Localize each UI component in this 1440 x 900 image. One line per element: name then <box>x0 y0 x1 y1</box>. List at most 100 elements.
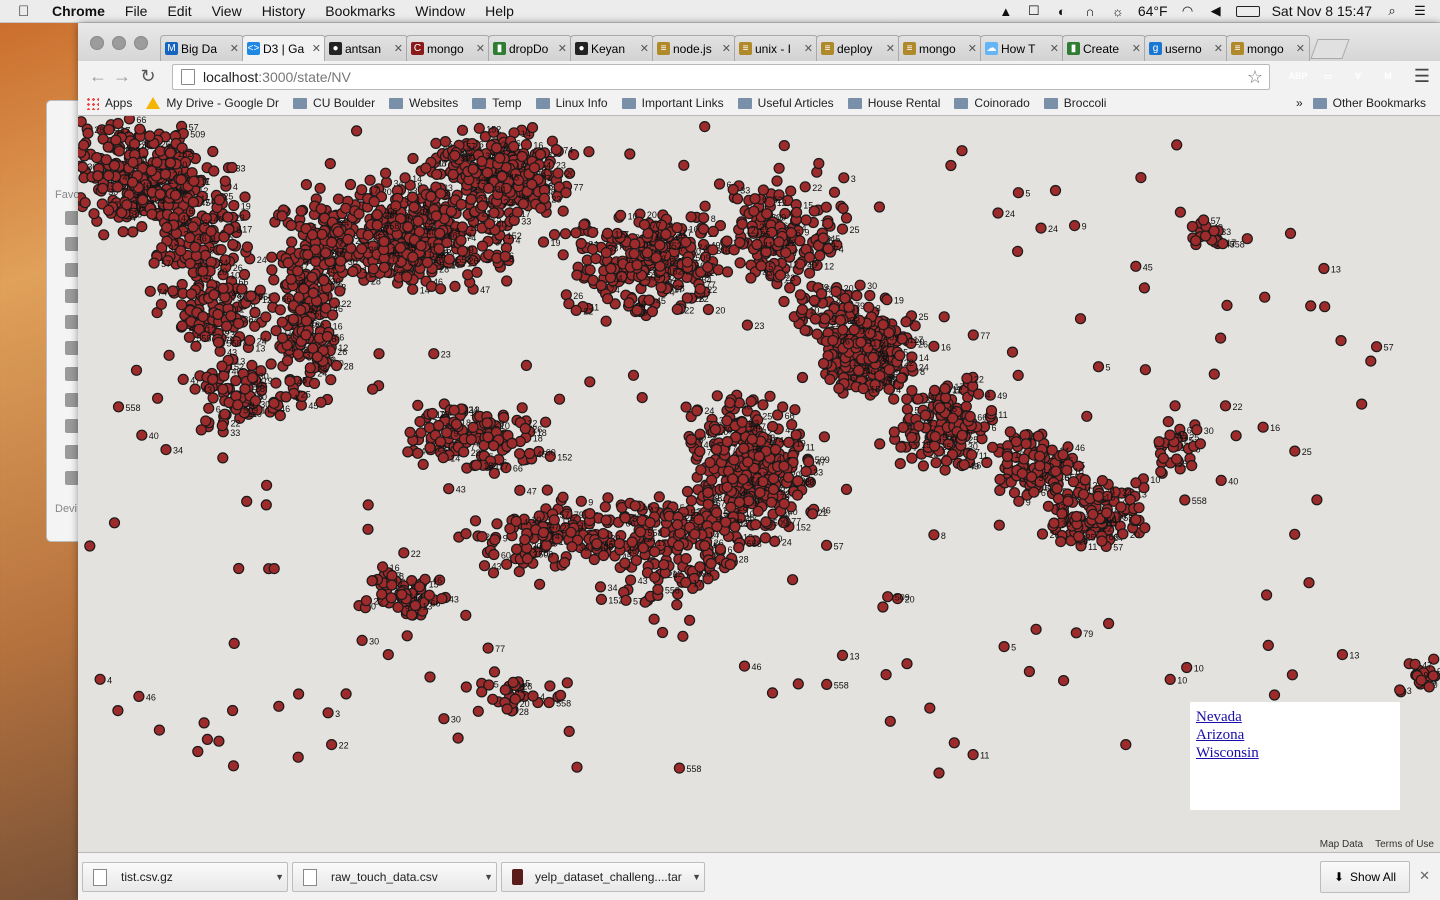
checkin-marker[interactable] <box>227 238 239 251</box>
checkin-marker[interactable] <box>188 175 200 187</box>
checkin-marker[interactable] <box>488 207 500 219</box>
checkin-marker[interactable] <box>705 474 718 486</box>
checkin-marker[interactable] <box>490 142 503 154</box>
checkin-marker[interactable] <box>1046 444 1058 456</box>
checkin-marker[interactable] <box>559 557 571 569</box>
checkin-marker[interactable] <box>506 437 518 449</box>
checkin-marker[interactable] <box>347 265 359 278</box>
new-tab-button[interactable] <box>1310 39 1350 59</box>
checkin-marker[interactable] <box>516 402 528 414</box>
checkin-marker[interactable] <box>127 156 139 168</box>
checkin-marker[interactable] <box>431 168 443 181</box>
close-window-button[interactable] <box>90 36 104 50</box>
m-extension-icon[interactable]: M <box>1378 66 1398 86</box>
bookmark-folder[interactable]: Websites <box>389 96 458 110</box>
menu-file[interactable]: File <box>125 3 148 19</box>
checkin-marker[interactable] <box>555 689 567 701</box>
checkin-marker[interactable] <box>993 519 1005 531</box>
checkin-marker[interactable] <box>705 557 717 570</box>
checkin-marker[interactable] <box>527 690 539 702</box>
checkin-marker[interactable] <box>1164 429 1176 441</box>
checkin-marker[interactable] <box>1257 421 1269 433</box>
checkin-marker[interactable] <box>200 415 212 427</box>
checkin-marker[interactable] <box>544 680 556 692</box>
checkin-marker[interactable] <box>402 221 414 233</box>
checkin-marker[interactable] <box>293 688 305 700</box>
checkin-marker[interactable] <box>476 155 488 168</box>
checkin-marker[interactable] <box>827 334 839 347</box>
checkin-marker[interactable] <box>751 238 763 251</box>
checkin-marker[interactable] <box>956 429 968 441</box>
checkin-marker[interactable] <box>673 762 686 774</box>
bookmark-my-drive[interactable]: My Drive - Google Dr <box>146 96 279 110</box>
checkin-marker[interactable] <box>489 534 501 546</box>
checkin-marker[interactable] <box>958 459 970 471</box>
checkin-marker[interactable] <box>934 402 946 414</box>
checkin-marker[interactable] <box>677 630 689 642</box>
checkin-marker[interactable] <box>425 190 437 203</box>
checkin-marker[interactable] <box>710 443 723 455</box>
checkin-marker[interactable] <box>98 229 110 241</box>
checkin-marker[interactable] <box>817 357 830 370</box>
browser-tab[interactable]: ≡ deploy ✕ <box>816 35 900 61</box>
checkin-marker[interactable] <box>282 257 294 269</box>
checkin-marker[interactable] <box>175 173 187 186</box>
checkin-marker[interactable] <box>774 269 787 281</box>
checkin-marker[interactable] <box>737 473 749 485</box>
checkin-marker[interactable] <box>378 261 390 273</box>
checkin-marker[interactable] <box>447 168 459 181</box>
checkin-marker[interactable] <box>711 520 723 533</box>
checkin-marker[interactable] <box>1032 430 1045 442</box>
checkin-marker[interactable] <box>695 464 707 476</box>
checkin-marker[interactable] <box>218 231 230 243</box>
checkin-marker[interactable] <box>92 170 104 182</box>
checkin-marker[interactable] <box>778 140 790 152</box>
checkin-marker[interactable] <box>205 256 217 268</box>
checkin-marker[interactable] <box>1010 436 1022 448</box>
checkin-marker[interactable] <box>939 464 951 476</box>
checkin-marker[interactable] <box>590 253 602 265</box>
checkin-marker[interactable] <box>300 315 313 327</box>
checkin-marker[interactable] <box>520 359 532 371</box>
checkin-marker[interactable] <box>408 201 420 213</box>
checkin-marker[interactable] <box>284 375 296 387</box>
browser-tab[interactable]: M Big Da ✕ <box>160 35 244 61</box>
checkin-marker[interactable] <box>591 538 603 550</box>
checkin-marker[interactable] <box>1215 474 1227 486</box>
checkin-marker[interactable] <box>1051 482 1063 495</box>
checkin-marker[interactable] <box>482 431 494 443</box>
checkin-marker[interactable] <box>1190 235 1202 247</box>
checkin-marker[interactable] <box>1011 245 1024 257</box>
checkin-marker[interactable] <box>318 274 330 286</box>
checkin-marker[interactable] <box>1319 301 1331 313</box>
browser-tab[interactable]: ● antsan ✕ <box>324 35 408 61</box>
checkin-marker[interactable] <box>796 371 809 384</box>
checkin-marker[interactable] <box>268 292 281 304</box>
checkin-marker[interactable] <box>155 298 168 310</box>
checkin-marker[interactable] <box>1133 502 1145 514</box>
checkin-marker[interactable] <box>680 236 692 248</box>
checkin-marker[interactable] <box>130 364 143 376</box>
finder-sidebar-icon[interactable] <box>65 341 79 355</box>
checkin-marker[interactable] <box>1303 577 1315 589</box>
checkin-marker[interactable] <box>217 383 229 395</box>
checkin-marker[interactable] <box>557 249 569 261</box>
checkin-marker[interactable] <box>575 237 587 250</box>
checkin-marker[interactable] <box>653 491 665 503</box>
checkin-marker[interactable] <box>407 251 419 263</box>
checkin-marker[interactable] <box>646 305 659 318</box>
checkin-marker[interactable] <box>364 174 376 186</box>
checkin-marker[interactable] <box>126 176 139 189</box>
checkin-marker[interactable] <box>755 260 767 272</box>
checkin-marker[interactable] <box>1268 689 1281 701</box>
checkin-marker[interactable] <box>417 458 429 470</box>
checkin-marker[interactable] <box>478 560 491 572</box>
checkin-marker[interactable] <box>286 236 298 248</box>
checkin-marker[interactable] <box>415 240 427 252</box>
chrome-menu-icon[interactable]: ☰ <box>1414 66 1430 87</box>
checkin-marker[interactable] <box>481 166 493 179</box>
checkin-marker[interactable] <box>285 273 297 285</box>
checkin-marker[interactable] <box>773 162 785 174</box>
checkin-marker[interactable] <box>462 269 474 281</box>
checkin-marker[interactable] <box>216 420 228 432</box>
